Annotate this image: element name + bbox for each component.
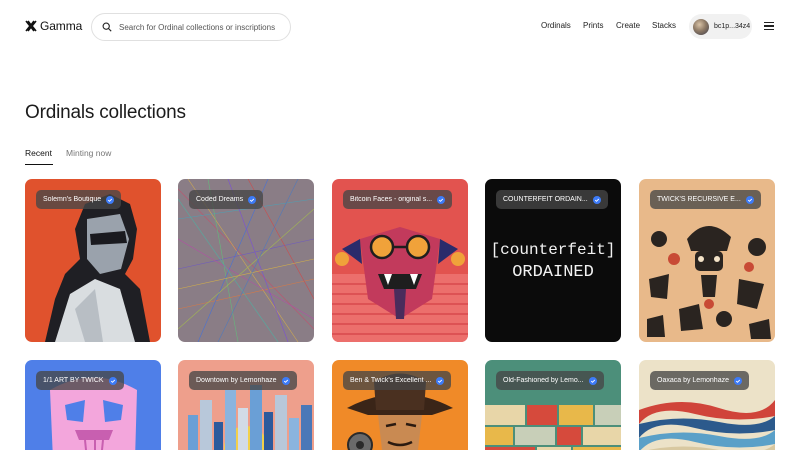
- collection-badge: Ben & Twick's Excellent ...: [343, 371, 452, 390]
- hamburger-menu-icon[interactable]: [764, 22, 774, 31]
- collection-card[interactable]: Ben & Twick's Excellent ...: [332, 360, 468, 450]
- verified-check-icon: [745, 195, 754, 204]
- artwork-text-line-1: [counterfeit]: [491, 241, 616, 259]
- collection-card[interactable]: Bitcoin Faces - original s...: [332, 179, 468, 342]
- wallet-button[interactable]: bc1p...34z4: [689, 14, 752, 39]
- collection-card[interactable]: Downtown by Lemonhaze: [178, 360, 314, 450]
- search-input[interactable]: Search for Ordinal collections or inscri…: [119, 23, 275, 32]
- search-bar[interactable]: Search for Ordinal collections or inscri…: [91, 13, 291, 41]
- collection-badge: COUNTERFEIT ORDAIN...: [496, 190, 608, 209]
- collection-badge: Downtown by Lemonhaze: [189, 371, 297, 390]
- collection-name: 1/1 ART BY TWICK: [43, 377, 104, 384]
- page-title: Ordinals collections: [25, 102, 186, 123]
- collection-badge: Oaxaca by Lemonhaze: [650, 371, 749, 390]
- brand-name: Gamma: [40, 19, 83, 33]
- collection-name: Solemn's Boutique: [43, 196, 102, 203]
- collection-badge: Solemn's Boutique: [36, 190, 122, 209]
- collection-name: Oaxaca by Lemonhaze: [657, 377, 729, 384]
- verified-check-icon: [588, 376, 597, 385]
- collection-name: Old-Fashioned by Lemo...: [503, 377, 584, 384]
- collection-card[interactable]: Solemn's Boutique: [25, 179, 161, 342]
- verified-check-icon: [592, 195, 601, 204]
- collection-name: Bitcoin Faces - original s...: [350, 196, 433, 203]
- verified-check-icon: [437, 195, 446, 204]
- top-header: Gamma Search for Ordinal collections or …: [0, 0, 800, 54]
- nav-prints[interactable]: Prints: [583, 21, 603, 33]
- verified-check-icon: [436, 376, 445, 385]
- wallet-address: bc1p...34z4: [714, 23, 751, 30]
- collection-name: TWICK'S RECURSIVE E...: [657, 196, 741, 203]
- nav-ordinals[interactable]: Ordinals: [541, 21, 571, 33]
- collection-card[interactable]: 1/1 ART BY TWICK: [25, 360, 161, 450]
- search-icon: [102, 22, 112, 32]
- collection-badge: 1/1 ART BY TWICK: [36, 371, 124, 390]
- collection-card[interactable]: Coded Dreams: [178, 179, 314, 342]
- collection-card[interactable]: [counterfeit] ORDAINED COUNTERFEIT ORDAI…: [485, 179, 621, 342]
- tab-recent[interactable]: Recent: [25, 148, 52, 158]
- gamma-logo[interactable]: Gamma: [25, 19, 82, 33]
- collection-name: COUNTERFEIT ORDAIN...: [503, 196, 588, 203]
- verified-check-icon: [281, 376, 290, 385]
- collection-badge: Old-Fashioned by Lemo...: [496, 371, 604, 390]
- verified-check-icon: [106, 195, 115, 204]
- collection-card[interactable]: Old-Fashioned by Lemo...: [485, 360, 621, 450]
- avatar: [693, 18, 709, 35]
- nav-stacks[interactable]: Stacks: [652, 21, 676, 33]
- collection-card[interactable]: Oaxaca by Lemonhaze: [639, 360, 775, 450]
- artwork-text-line-2: ORDAINED: [512, 263, 594, 282]
- collection-badge: TWICK'S RECURSIVE E...: [650, 190, 761, 209]
- collection-name: Ben & Twick's Excellent ...: [350, 377, 432, 384]
- collection-badge: Coded Dreams: [189, 190, 264, 209]
- gamma-logo-icon: [25, 20, 37, 32]
- collection-badge: Bitcoin Faces - original s...: [343, 190, 453, 209]
- collection-card[interactable]: TWICK'S RECURSIVE E...: [639, 179, 775, 342]
- active-tab-indicator: [25, 164, 53, 166]
- verified-check-icon: [108, 376, 117, 385]
- verified-check-icon: [734, 376, 742, 385]
- tab-minting-now[interactable]: Minting now: [66, 148, 111, 158]
- verified-check-icon: [248, 195, 257, 204]
- collection-name: Downtown by Lemonhaze: [196, 377, 277, 384]
- collection-name: Coded Dreams: [196, 196, 244, 203]
- nav-create[interactable]: Create: [616, 21, 640, 33]
